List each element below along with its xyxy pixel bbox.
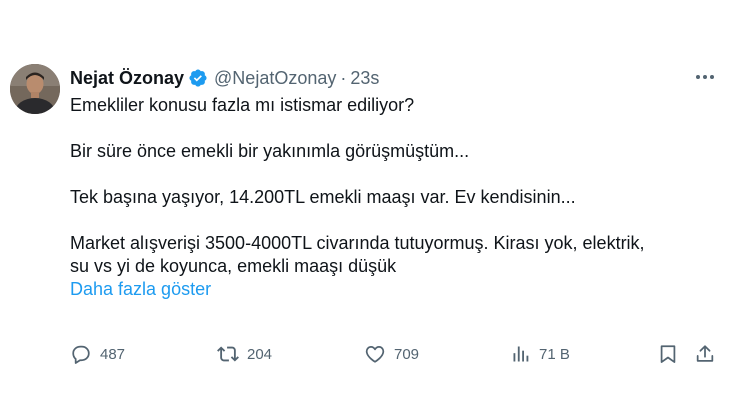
tweet-timestamp[interactable]: 23s bbox=[350, 68, 379, 89]
tweet-card[interactable]: Nejat Özonay @NejatOzonay · 23s Emeklile… bbox=[0, 0, 730, 420]
retweet-icon bbox=[217, 346, 239, 362]
like-count: 709 bbox=[394, 345, 420, 363]
retweet-count: 204 bbox=[247, 345, 273, 363]
reply-button[interactable]: 487 bbox=[70, 341, 125, 367]
verified-badge-icon[interactable] bbox=[188, 68, 208, 88]
show-more-link[interactable]: Daha fazla göster bbox=[70, 278, 720, 301]
share-button[interactable] bbox=[694, 341, 716, 367]
reply-count: 487 bbox=[100, 345, 126, 363]
bookmark-icon bbox=[660, 345, 676, 363]
reply-icon bbox=[72, 345, 90, 364]
tweet-line: Bir süre önce emekli bir yakınımla görüş… bbox=[70, 141, 470, 161]
author-name[interactable]: Nejat Özonay bbox=[70, 68, 184, 89]
share-icon bbox=[696, 345, 714, 362]
tweet-line: Tek başına yaşıyor, 14.200TL emekli maaş… bbox=[70, 187, 576, 207]
bookmark-button[interactable] bbox=[657, 341, 679, 367]
retweet-button[interactable]: 204 bbox=[217, 341, 272, 367]
tweet-line: Market alışverişi 3500-4000TL civarında … bbox=[70, 233, 645, 253]
action-bar: 487 204 709 71 B bbox=[0, 341, 730, 367]
avatar[interactable] bbox=[10, 64, 60, 114]
views-count: 71 B bbox=[539, 345, 570, 363]
avatar-image bbox=[10, 64, 60, 114]
more-options-icon[interactable] bbox=[694, 70, 716, 84]
tweet-line: su vs yi de koyunca, emekli maaşı düşük bbox=[70, 256, 397, 276]
tweet-line: Emekliler konusu fazla mı istismar edili… bbox=[70, 95, 415, 115]
tweet-header: Nejat Özonay @NejatOzonay · 23s bbox=[70, 66, 379, 90]
separator-dot: · bbox=[340, 67, 347, 88]
like-button[interactable]: 709 bbox=[364, 341, 419, 367]
views-icon bbox=[513, 346, 529, 362]
author-handle[interactable]: @NejatOzonay bbox=[214, 68, 336, 89]
views-button[interactable]: 71 B bbox=[511, 341, 570, 367]
tweet-text: Emekliler konusu fazla mı istismar edili… bbox=[70, 94, 720, 301]
heart-icon bbox=[365, 345, 385, 363]
